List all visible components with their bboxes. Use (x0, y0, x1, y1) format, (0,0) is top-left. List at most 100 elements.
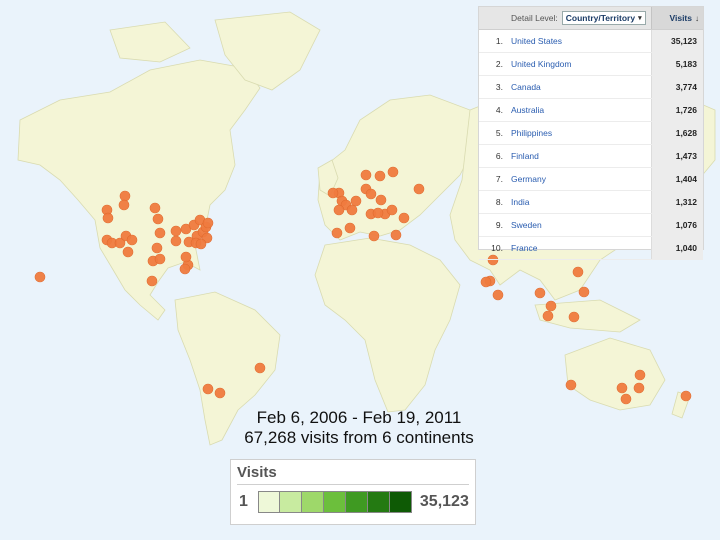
country-link[interactable]: France (503, 243, 651, 253)
legend-swatch (389, 491, 412, 513)
legend-swatch (367, 491, 390, 513)
rank-cell: 4. (495, 105, 503, 115)
visit-marker (122, 246, 134, 258)
visit-marker (180, 251, 192, 263)
visit-marker (154, 227, 166, 239)
table-row: 5. Philippines 1,628 (479, 122, 703, 145)
visits-legend: Visits 1 35,123 (230, 459, 476, 525)
visits-cell: 1,628 (651, 122, 703, 144)
australia-landmass (564, 337, 666, 411)
visit-marker (152, 213, 164, 225)
visit-marker (680, 390, 692, 402)
visit-marker (390, 229, 402, 241)
table-header: Detail Level: Country/Territory ▾ Visits… (479, 7, 703, 30)
country-link[interactable]: United States (503, 36, 651, 46)
visits-cell: 3,774 (651, 76, 703, 98)
visit-marker (149, 202, 161, 214)
visits-cell: 1,473 (651, 145, 703, 167)
table-row: 10. France 1,040 (479, 237, 703, 260)
table-body: 1. United States 35,123 2. United Kingdom 5,1… (479, 30, 703, 260)
legend-max: 35,123 (419, 493, 469, 510)
table-row: 3. Canada 3,774 (479, 76, 703, 99)
country-link[interactable]: United Kingdom (503, 59, 651, 69)
visit-marker (119, 190, 131, 202)
visit-marker (386, 204, 398, 216)
rank-cell: 7. (495, 174, 503, 184)
rank-cell: 2. (495, 59, 503, 69)
visits-header-label: Visits (669, 13, 692, 23)
date-range: Feb 6, 2006 - Feb 19, 2011 (256, 408, 462, 427)
visits-column-header[interactable]: Visits ↓ (651, 7, 703, 29)
visit-marker (202, 217, 214, 229)
visit-marker (398, 212, 410, 224)
visit-marker (333, 204, 345, 216)
visits-cell: 1,076 (651, 214, 703, 236)
visits-summary: 67,268 visits from 6 continents (244, 428, 474, 447)
north-america-landmass (17, 59, 261, 321)
visit-marker (374, 170, 386, 182)
visit-marker (565, 379, 577, 391)
visits-cell: 35,123 (651, 30, 703, 52)
visit-marker (413, 183, 425, 195)
visit-marker (372, 207, 384, 219)
legend-swatch (323, 491, 346, 513)
visit-marker (34, 271, 46, 283)
visit-marker (344, 222, 356, 234)
caption: Feb 6, 2006 - Feb 19, 2011 67,268 visits… (234, 408, 484, 448)
visit-marker (620, 393, 632, 405)
country-link[interactable]: Philippines (503, 128, 651, 138)
visit-marker (350, 195, 362, 207)
visit-marker (360, 169, 372, 181)
rank-cell: 9. (495, 220, 503, 230)
legend-swatch (257, 491, 280, 513)
table-row: 6. Finland 1,473 (479, 145, 703, 168)
legend-divider (237, 484, 469, 485)
visits-cell: 1,040 (651, 237, 703, 259)
visit-marker (387, 166, 399, 178)
table-row: 1. United States 35,123 (479, 30, 703, 53)
visits-cell: 1,726 (651, 99, 703, 121)
detail-level-value: Country/Territory (565, 13, 636, 23)
country-link[interactable]: Australia (503, 105, 651, 115)
country-link[interactable]: India (503, 197, 651, 207)
visit-marker (151, 242, 163, 254)
visit-marker (545, 300, 557, 312)
country-visits-table: Detail Level: Country/Territory ▾ Visits… (478, 6, 704, 260)
visit-marker (146, 275, 158, 287)
visit-marker (214, 387, 226, 399)
visits-cell: 1,404 (651, 168, 703, 190)
rank-cell: 6. (495, 151, 503, 161)
visit-marker (616, 382, 628, 394)
country-link[interactable]: Canada (503, 82, 651, 92)
visit-marker (633, 382, 645, 394)
visit-marker (254, 362, 266, 374)
legend-swatch (345, 491, 368, 513)
visit-marker (534, 287, 546, 299)
visit-marker (102, 212, 114, 224)
country-link[interactable]: Finland (503, 151, 651, 161)
visit-marker (578, 286, 590, 298)
visit-marker (368, 230, 380, 242)
table-row: 7. Germany 1,404 (479, 168, 703, 191)
detail-level-control: Detail Level: Country/Territory ▾ (479, 11, 651, 25)
detail-level-label: Detail Level: (511, 13, 558, 23)
visit-marker (492, 289, 504, 301)
legend-title: Visits (237, 464, 277, 481)
rank-cell: 5. (495, 128, 503, 138)
visit-marker (126, 234, 138, 246)
country-link[interactable]: Germany (503, 174, 651, 184)
country-link[interactable]: Sweden (503, 220, 651, 230)
visit-marker (154, 253, 166, 265)
africa-landmass (314, 237, 461, 413)
visit-marker (568, 311, 580, 323)
table-row: 4. Australia 1,726 (479, 99, 703, 122)
rank-cell: 8. (495, 197, 503, 207)
visit-marker (327, 187, 339, 199)
visit-marker (179, 263, 191, 275)
legend-min: 1 (239, 493, 248, 510)
sort-arrow-icon: ↓ (695, 13, 699, 23)
visit-marker (375, 194, 387, 206)
detail-level-dropdown[interactable]: Country/Territory ▾ (561, 11, 646, 25)
legend-scale-row: 1 35,123 (239, 491, 475, 513)
visit-marker (331, 227, 343, 239)
